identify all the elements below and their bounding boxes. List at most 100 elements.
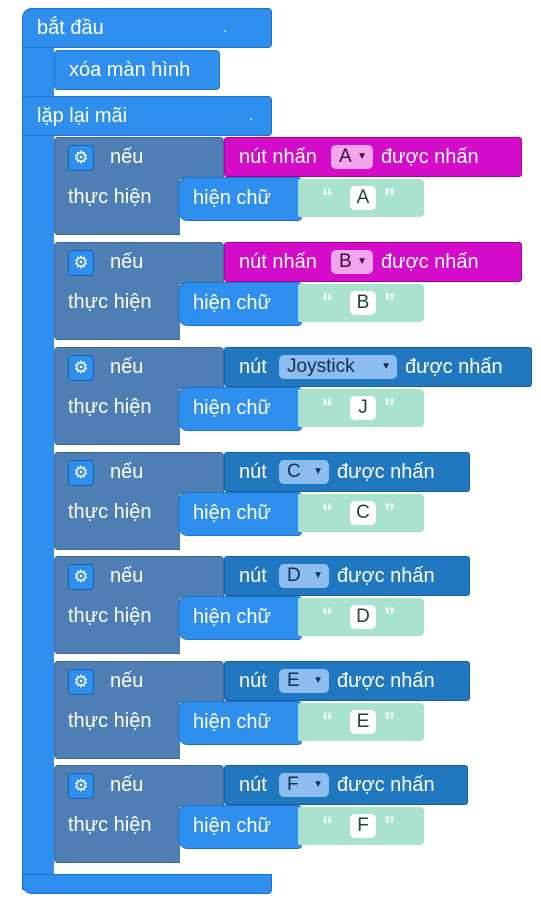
gear-icon[interactable]: ⚙: [68, 564, 94, 590]
show-text-block[interactable]: hiện chữ: [178, 596, 302, 640]
button-dropdown-value: C: [287, 461, 301, 482]
dropdown-arrow-icon: ▼: [357, 256, 367, 267]
gear-icon[interactable]: ⚙: [68, 250, 94, 276]
text-value[interactable]: C: [350, 501, 376, 525]
if-block[interactable]: ⚙ nếu thực hiện nút Joystick ▼ được nhấn hi…: [54, 347, 532, 445]
quote-open-icon: “: [322, 499, 333, 524]
quote-open-icon: “: [322, 394, 333, 419]
text-value[interactable]: D: [350, 605, 376, 629]
if-block[interactable]: ⚙ nếu thực hiện nút C ▼ được nhấn hiện chữ …: [54, 452, 470, 550]
text-value[interactable]: A: [350, 186, 376, 210]
start-block-dot: .: [223, 19, 228, 36]
text-value-block[interactable]: “ C ”: [298, 494, 424, 532]
button-dropdown[interactable]: A ▼: [331, 145, 373, 169]
if-label: nếu: [110, 565, 144, 587]
if-label: nếu: [110, 356, 144, 378]
show-text-label: hiện chữ: [193, 397, 271, 419]
pressed-label: được nhấn: [405, 356, 503, 378]
button-pressed-condition[interactable]: nút nhấn B ▼ được nhấn: [224, 242, 522, 282]
text-value-block[interactable]: “ F ”: [298, 807, 424, 845]
text-value[interactable]: E: [350, 710, 376, 734]
if-block[interactable]: ⚙ nếu thực hiện nút E ▼ được nhấn hiện chữ …: [54, 661, 470, 759]
do-label: thực hiện: [68, 291, 152, 313]
quote-close-icon: ”: [384, 184, 395, 209]
button-prefix-label: nút nhấn: [239, 251, 317, 273]
show-text-block[interactable]: hiện chữ: [178, 387, 302, 431]
button-dropdown-value: D: [287, 565, 301, 586]
dropdown-arrow-icon: ▼: [381, 361, 391, 372]
show-text-block[interactable]: hiện chữ: [178, 177, 302, 221]
quote-open-icon: “: [322, 289, 333, 314]
text-value-block[interactable]: “ B ”: [298, 284, 424, 322]
if-block[interactable]: ⚙ nếu thực hiện nút D ▼ được nhấn hiện chữ …: [54, 556, 470, 654]
text-value-block[interactable]: “ A ”: [298, 179, 424, 217]
button-dropdown-value: B: [339, 251, 352, 272]
dropdown-arrow-icon: ▼: [313, 466, 323, 477]
button-dropdown[interactable]: B ▼: [331, 250, 373, 274]
show-text-label: hiện chữ: [193, 815, 271, 837]
show-text-block[interactable]: hiện chữ: [178, 701, 302, 745]
do-label: thực hiện: [68, 605, 152, 627]
pressed-label: được nhấn: [337, 565, 435, 587]
show-text-label: hiện chữ: [193, 502, 271, 524]
show-text-label: hiện chữ: [193, 606, 271, 628]
button-dropdown-value: F: [287, 774, 299, 795]
start-block-foot: [22, 874, 272, 894]
start-block-body: [22, 40, 54, 890]
quote-close-icon: ”: [384, 603, 395, 628]
text-value-block[interactable]: “ E ”: [298, 703, 424, 741]
button-pressed-condition[interactable]: nút F ▼ được nhấn: [224, 765, 468, 805]
quote-close-icon: ”: [384, 812, 395, 837]
gear-icon[interactable]: ⚙: [68, 773, 94, 799]
dropdown-arrow-icon: ▼: [313, 570, 323, 581]
pressed-label: được nhấn: [381, 251, 479, 273]
clear-screen-block[interactable]: xóa màn hình: [54, 50, 220, 90]
gear-icon[interactable]: ⚙: [68, 355, 94, 381]
pressed-label: được nhấn: [337, 774, 435, 796]
button-dropdown[interactable]: Joystick ▼: [279, 355, 397, 379]
do-label: thực hiện: [68, 186, 152, 208]
forever-loop-label: lặp lại mãi: [37, 105, 128, 127]
if-label: nếu: [110, 774, 144, 796]
button-pressed-condition[interactable]: nút E ▼ được nhấn: [224, 661, 470, 701]
show-text-block[interactable]: hiện chữ: [178, 492, 302, 536]
button-dropdown-value: Joystick: [287, 356, 355, 377]
button-dropdown-value: E: [287, 670, 300, 691]
button-dropdown[interactable]: C ▼: [279, 460, 329, 484]
do-label: thực hiện: [68, 710, 152, 732]
text-value-block[interactable]: “ D ”: [298, 598, 424, 636]
text-value[interactable]: J: [350, 396, 376, 420]
if-block[interactable]: ⚙ nếu thực hiện nút nhấn B ▼ được nhấn hiện…: [54, 242, 522, 340]
button-prefix-label: nút nhấn: [239, 146, 317, 168]
text-value[interactable]: F: [350, 814, 376, 838]
show-text-block[interactable]: hiện chữ: [178, 282, 302, 326]
button-pressed-condition[interactable]: nút nhấn A ▼ được nhấn: [224, 137, 522, 177]
gear-icon[interactable]: ⚙: [68, 669, 94, 695]
if-label: nếu: [110, 146, 144, 168]
button-prefix-label: nút: [239, 356, 267, 378]
if-label: nếu: [110, 670, 144, 692]
button-prefix-label: nút: [239, 565, 267, 587]
button-prefix-label: nút: [239, 461, 267, 483]
start-block[interactable]: bắt đầu .: [22, 8, 272, 48]
button-pressed-condition[interactable]: nút C ▼ được nhấn: [224, 452, 470, 492]
button-pressed-condition[interactable]: nút D ▼ được nhấn: [224, 556, 470, 596]
button-dropdown[interactable]: D ▼: [279, 564, 329, 588]
button-dropdown[interactable]: F ▼: [279, 773, 329, 797]
quote-close-icon: ”: [384, 708, 395, 733]
show-text-label: hiện chữ: [193, 292, 271, 314]
text-value[interactable]: B: [350, 291, 376, 315]
forever-loop-block[interactable]: lặp lại mãi .: [22, 96, 272, 136]
if-label: nếu: [110, 461, 144, 483]
gear-icon[interactable]: ⚙: [68, 460, 94, 486]
text-value-block[interactable]: “ J ”: [298, 389, 424, 427]
gear-icon[interactable]: ⚙: [68, 145, 94, 171]
if-block[interactable]: ⚙ nếu thực hiện nút nhấn A ▼ được nhấn hiện…: [54, 137, 522, 235]
if-block[interactable]: ⚙ nếu thực hiện nút F ▼ được nhấn hiện chữ …: [54, 765, 468, 863]
button-prefix-label: nút: [239, 670, 267, 692]
clear-screen-label: xóa màn hình: [69, 59, 191, 81]
show-text-block[interactable]: hiện chữ: [178, 805, 302, 849]
button-pressed-condition[interactable]: nút Joystick ▼ được nhấn: [224, 347, 532, 387]
button-dropdown[interactable]: E ▼: [279, 669, 329, 693]
quote-close-icon: ”: [384, 499, 395, 524]
